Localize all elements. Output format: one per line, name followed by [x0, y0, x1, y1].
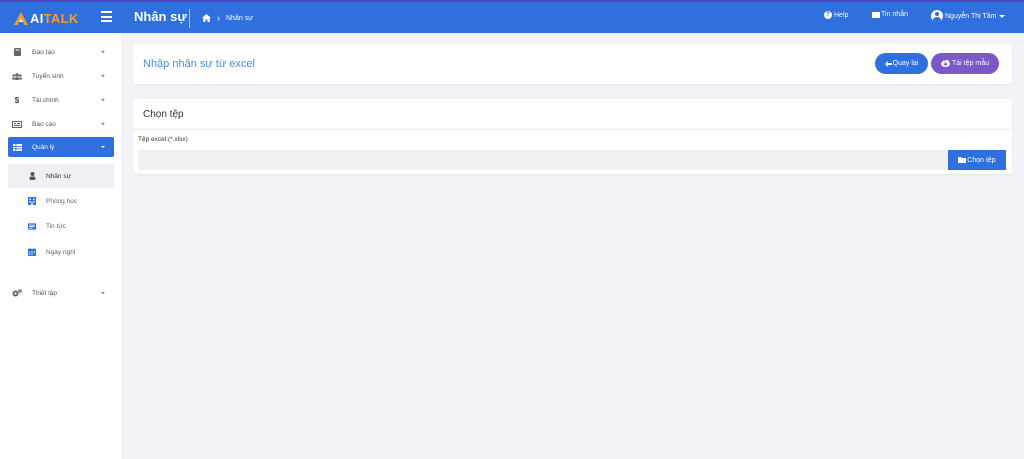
sidebar-item-tai-chinh[interactable]: $ Tài chính — [8, 90, 114, 110]
dollar-icon: $ — [14, 95, 20, 105]
chevron-down-icon — [101, 99, 105, 101]
arrow-left-icon — [884, 60, 892, 67]
sidebar-item-thiet-lap[interactable]: Thiết lập — [8, 283, 114, 303]
user-menu[interactable]: Nguyễn Thị Tâm — [931, 10, 1005, 22]
sidebar-item-label: Thiết lập — [32, 289, 57, 297]
logo-suffix: TALK — [43, 10, 79, 26]
chevron-right-icon: › — [217, 13, 220, 23]
gears-icon — [12, 289, 22, 297]
logo-text: AITALK — [30, 11, 79, 26]
top-bar: AITALK Nhân sự › Nhân sự ? Help Tin nhắn… — [0, 0, 1024, 33]
news-icon — [28, 222, 36, 230]
user-name: Nguyễn Thị Tâm — [945, 12, 997, 20]
file-path-field[interactable] — [138, 150, 948, 170]
help-label: Help — [834, 11, 849, 19]
sidebar-item-tuyen-sinh[interactable]: Tuyển sinh — [8, 66, 114, 86]
folder-icon — [958, 157, 967, 163]
sidebar-subitem-label: Ngày nghỉ — [46, 248, 76, 256]
book-icon — [12, 48, 22, 56]
section-title: Chọn tệp — [143, 109, 184, 120]
sidebar: Đào tạo Tuyển sinh $ Tài chính Báo cáo Q… — [0, 33, 121, 459]
sidebar-item-dao-tao[interactable]: Đào tạo — [8, 42, 114, 62]
sidebar-item-bao-cao[interactable]: Báo cáo — [8, 114, 114, 134]
page-heading-card: Nhập nhân sự từ excel Quay lại Tải tệp m… — [133, 44, 1012, 84]
back-button-label: Quay lại — [892, 60, 919, 67]
sidebar-subitem-nhan-su[interactable]: Nhân sự — [8, 164, 114, 188]
question-icon: ? — [824, 11, 832, 19]
home-icon[interactable] — [202, 14, 211, 22]
back-button[interactable]: Quay lại — [875, 53, 928, 74]
file-select-card: Chọn tệp Tệp excel:(*.xlsx) Chọn tệp — [133, 99, 1012, 174]
logo-icon — [14, 11, 28, 25]
chevron-down-icon — [101, 123, 105, 125]
chevron-down-icon — [101, 292, 105, 294]
person-icon — [28, 172, 36, 180]
sidebar-item-label: Tài chính — [32, 96, 59, 104]
envelope-icon — [872, 11, 880, 18]
breadcrumb-current: Nhân sự — [226, 14, 253, 22]
sidebar-subitem-label: Tin tức — [46, 222, 67, 230]
file-input-label: Tệp excel:(*.xlsx) — [138, 136, 188, 143]
help-link[interactable]: ? Help — [824, 11, 848, 19]
sidebar-subitem-phong-hoc[interactable]: Phòng học — [8, 189, 114, 213]
messages-link[interactable]: Tin nhắn — [872, 11, 908, 18]
users-icon — [12, 72, 22, 80]
sidebar-item-label: Tuyển sinh — [32, 72, 64, 80]
chevron-down-icon — [101, 51, 105, 53]
calendar-icon — [28, 248, 36, 256]
download-template-label: Tải tệp mẫu — [952, 60, 989, 67]
choose-file-button[interactable]: Chọn tệp — [948, 150, 1006, 170]
messages-label: Tin nhắn — [881, 11, 908, 18]
choose-file-label: Chọn tệp — [967, 156, 996, 164]
table-icon — [12, 143, 22, 151]
breadcrumb: › Nhân sự — [202, 13, 253, 23]
cloud-download-icon — [941, 60, 951, 67]
download-template-button[interactable]: Tải tệp mẫu — [931, 53, 999, 74]
building-icon — [28, 197, 36, 205]
sidebar-item-label: Báo cáo — [32, 120, 56, 128]
sidebar-subitem-ngay-nghi[interactable]: Ngày nghỉ — [8, 240, 114, 264]
sidebar-subitem-label: Nhân sự — [46, 172, 71, 180]
logo[interactable]: AITALK — [14, 9, 79, 27]
chevron-down-icon — [101, 75, 105, 77]
logo-prefix: AI — [30, 10, 44, 26]
sidebar-item-label: Đào tạo — [32, 48, 55, 56]
file-card-header: Chọn tệp — [133, 99, 1012, 130]
user-avatar-icon — [931, 10, 943, 22]
header-divider — [189, 9, 190, 28]
caret-down-icon — [998, 14, 1005, 18]
page-title: Nhân sự — [134, 9, 187, 24]
menu-toggle-icon[interactable] — [101, 11, 112, 23]
sidebar-subitem-tin-tuc[interactable]: Tin tức — [8, 214, 114, 238]
sidebar-item-quan-ly[interactable]: Quản lý — [8, 137, 114, 157]
sidebar-subitem-label: Phòng học — [46, 197, 78, 205]
sidebar-item-label: Quản lý — [32, 143, 55, 151]
report-icon — [12, 120, 22, 128]
page-heading: Nhập nhân sự từ excel — [143, 58, 255, 70]
chevron-down-icon — [101, 146, 105, 148]
